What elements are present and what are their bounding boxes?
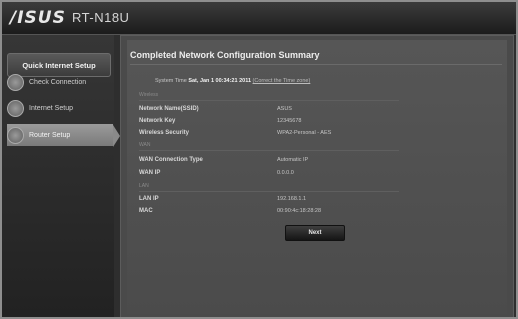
- wan-section-label: WAN: [139, 142, 151, 148]
- step-label: Internet Setup: [29, 104, 73, 112]
- lan-ip-value: 192.168.1.1: [277, 196, 307, 202]
- mac-label: MAC: [139, 208, 153, 214]
- wan-type-value: Automatic IP: [277, 157, 309, 163]
- system-time: System Time Sat, Jan 1 00:34:21 2011 (Co…: [155, 78, 310, 84]
- section-divider: [139, 100, 399, 101]
- wireless-section-label: Wireless: [139, 92, 159, 98]
- summary-panel: Completed Network Configuration Summary …: [127, 40, 507, 314]
- step-circle-icon: [7, 73, 24, 91]
- title-divider: [130, 64, 502, 65]
- step-circle-icon: [7, 126, 24, 144]
- section-divider: [139, 191, 399, 192]
- section-divider: [139, 150, 399, 151]
- wireless-security-label: Wireless Security: [139, 130, 189, 136]
- step-circle-icon: [7, 99, 24, 117]
- lan-ip-label: LAN IP: [139, 196, 159, 202]
- network-key-label: Network Key: [139, 118, 176, 124]
- wan-ip-label: WAN IP: [139, 170, 161, 176]
- correct-time-zone-link[interactable]: (Correct the Time zone): [253, 78, 311, 84]
- active-step-arrow-icon: [113, 125, 120, 147]
- router-window: /ISUS RT-N18U Quick Internet Setup Check…: [2, 2, 516, 317]
- top-banner: /ISUS RT-N18U: [2, 2, 516, 35]
- ssid-label: Network Name(SSID): [139, 106, 199, 112]
- system-time-value: Sat, Jan 1 00:34:21 2011: [188, 78, 252, 84]
- network-key-value: 12345678: [277, 118, 302, 124]
- sidebar: Quick Internet Setup Check Connection In…: [2, 35, 114, 317]
- wireless-security-value: WPA2-Personal - AES: [277, 130, 332, 136]
- asus-logo: /ISUS: [10, 8, 66, 28]
- main-content: Completed Network Configuration Summary …: [120, 35, 514, 317]
- system-time-label: System Time: [155, 78, 187, 84]
- step-internet-setup[interactable]: Internet Setup: [7, 97, 111, 119]
- page-title: Completed Network Configuration Summary: [130, 50, 320, 60]
- step-label: Check Connection: [29, 78, 87, 86]
- mac-value: 00:90:4c:18:28:28: [277, 208, 322, 214]
- model-name: RT-N18U: [72, 10, 130, 25]
- wan-ip-value: 0.0.0.0: [277, 170, 294, 176]
- ssid-value: ASUS: [277, 106, 292, 112]
- next-button[interactable]: Next: [285, 225, 345, 241]
- wan-type-label: WAN Connection Type: [139, 157, 203, 163]
- step-router-setup[interactable]: Router Setup: [7, 124, 113, 146]
- lan-section-label: LAN: [139, 183, 149, 189]
- step-label: Router Setup: [29, 131, 71, 139]
- step-check-connection[interactable]: Check Connection: [7, 71, 111, 93]
